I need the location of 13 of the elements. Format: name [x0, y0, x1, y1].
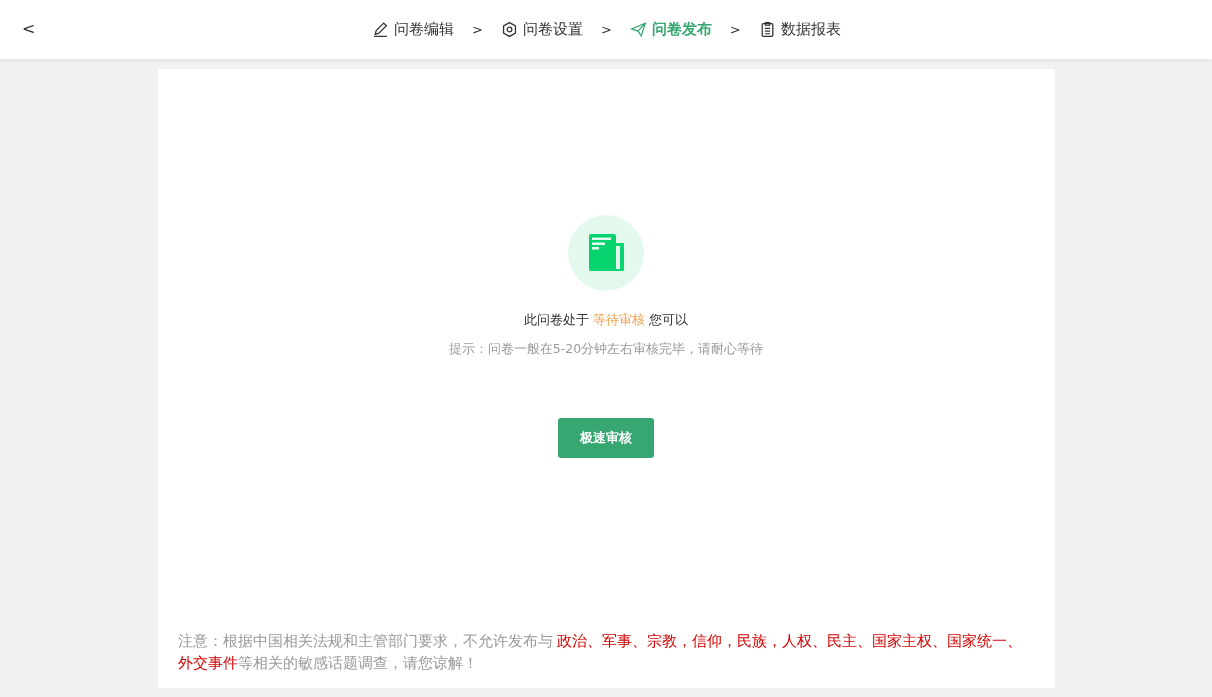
step-tab[interactable]: 问卷编辑 [372, 20, 454, 39]
notice-text: 注意：根据中国相关法规和主管部门要求，不允许发布与 政治、军事、宗教，信仰，民族，人权、民主、国家主权、国家统一、外交事件等相关的敏感话题调查，请您谅解！ [177, 632, 1024, 673]
step-tab[interactable]: 数据报表 [758, 20, 841, 39]
step-separator: > [600, 22, 612, 37]
step-separator: > [729, 22, 741, 37]
status-text: 此问卷处于 等待审核 您可以 [523, 311, 689, 329]
settings-icon [500, 21, 518, 38]
paper-plane-icon [629, 21, 647, 38]
document-icon [568, 215, 644, 291]
step-separator: > [472, 22, 483, 37]
pencil-icon [372, 21, 389, 38]
step-tab[interactable]: 问卷设置 [500, 20, 583, 39]
back-button[interactable]: < [18, 17, 40, 40]
